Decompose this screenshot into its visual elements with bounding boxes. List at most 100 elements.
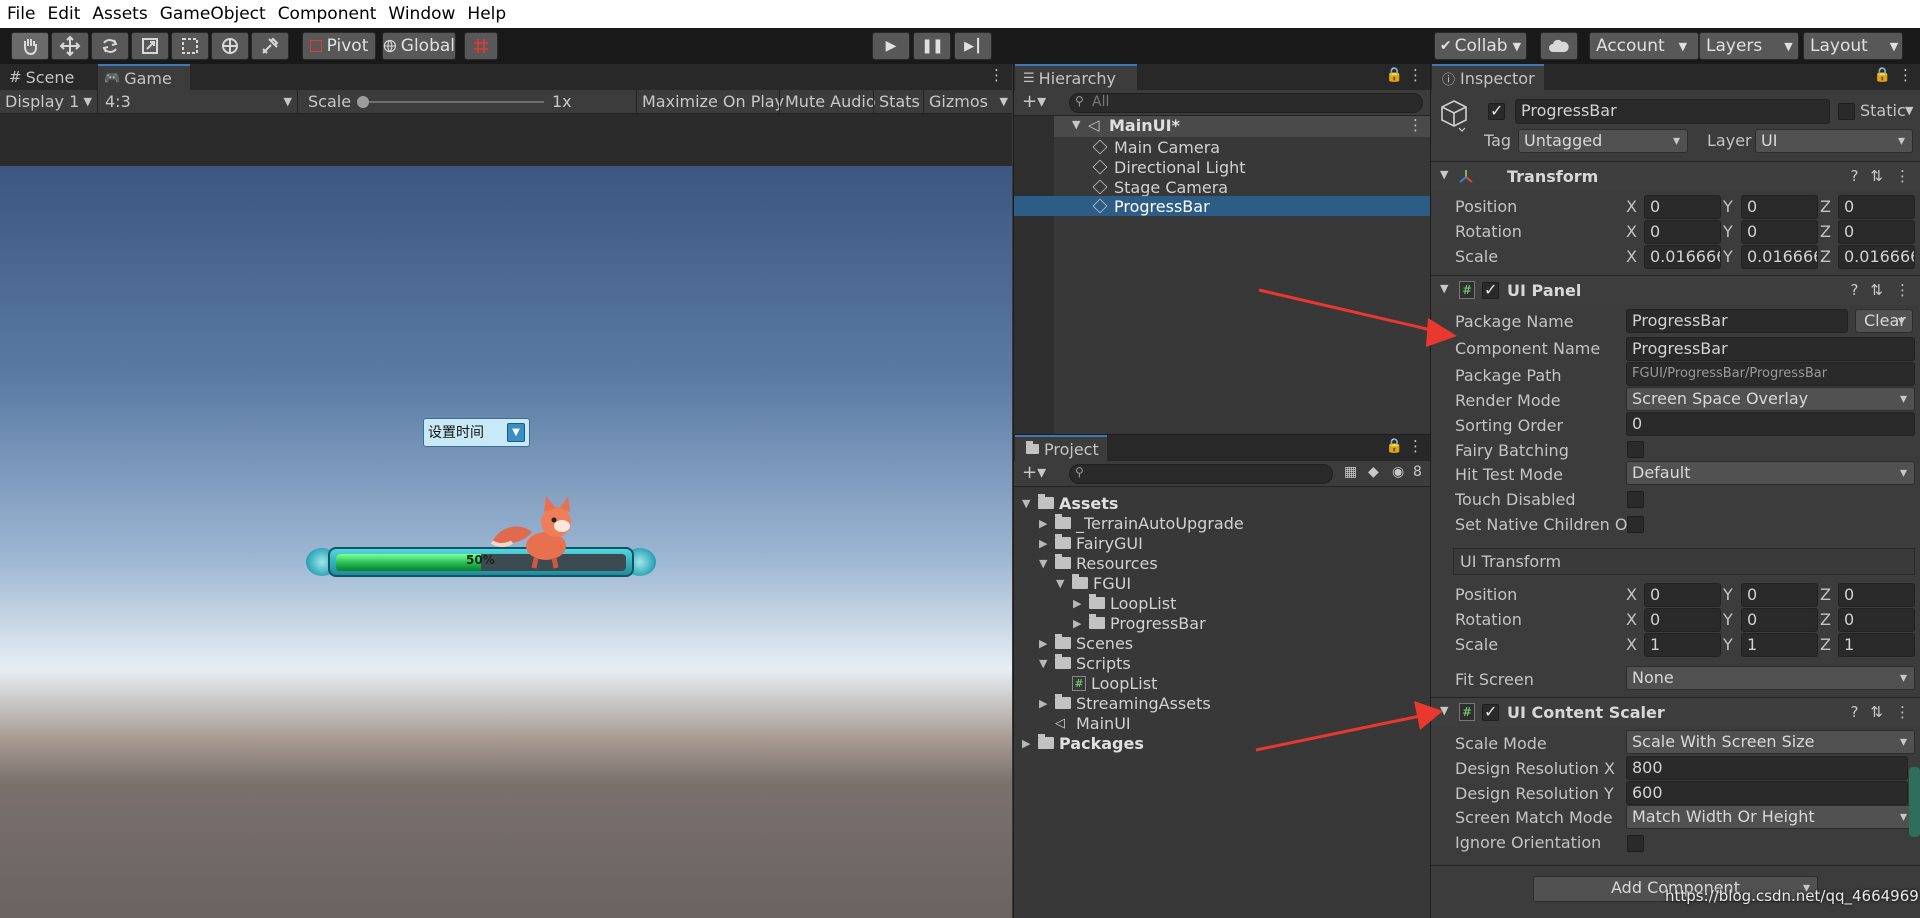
- chevron-down-icon[interactable]: ▼: [1905, 104, 1913, 117]
- hierarchy-item[interactable]: Directional Light: [1092, 157, 1246, 177]
- preset-icon[interactable]: ⇅: [1870, 167, 1883, 185]
- menu-window[interactable]: Window: [382, 4, 461, 24]
- hand-tool-button[interactable]: [11, 32, 49, 60]
- component-name-input[interactable]: ProgressBar: [1626, 337, 1915, 361]
- hidden-eye-icon[interactable]: ◉: [1392, 464, 1404, 480]
- add-plus-icon[interactable]: +▾: [1022, 91, 1046, 112]
- render-mode-dropdown[interactable]: Screen Space Overlay: [1626, 387, 1915, 411]
- combo-dropdown-button[interactable]: ▼: [507, 423, 525, 442]
- design-resolution-x-input[interactable]: 800: [1626, 756, 1908, 780]
- scale-tool-button[interactable]: [131, 32, 169, 60]
- hierarchy-search-input[interactable]: ⚲ All: [1069, 93, 1423, 113]
- project-tree-item[interactable]: # LoopList: [1056, 673, 1157, 693]
- game-canvas[interactable]: 设置时间 ▼ 50%: [0, 166, 1012, 918]
- ui-panel-header[interactable]: ▼ # UI Panel ? ⇅ ⋮: [1431, 275, 1920, 305]
- axis-y-input[interactable]: 0: [1741, 608, 1818, 632]
- filter-by-type-icon[interactable]: ▦: [1344, 464, 1357, 480]
- content-scaler-header[interactable]: ▼ # UI Content Scaler ? ⇅ ⋮: [1431, 697, 1920, 727]
- rect-tool-button[interactable]: [171, 32, 209, 60]
- play-button[interactable]: ▶: [872, 32, 910, 60]
- chevron-right-icon[interactable]: ▶: [1073, 597, 1089, 610]
- chevron-right-icon[interactable]: ▶: [1039, 517, 1055, 530]
- lock-icon[interactable]: 🔒: [1386, 438, 1403, 454]
- project-tree-item[interactable]: ▶ FairyGUI: [1039, 533, 1143, 553]
- project-tree-item[interactable]: ▶ _TerrainAutoUpgrade: [1039, 513, 1244, 533]
- project-tree-item[interactable]: ▼ Scripts: [1039, 653, 1131, 673]
- axis-z-input[interactable]: 0: [1838, 583, 1915, 607]
- axis-y-input[interactable]: 0: [1741, 195, 1818, 219]
- grid-snap-button[interactable]: [464, 32, 498, 60]
- gizmos-dropdown[interactable]: Gizmos ▼: [923, 90, 1012, 114]
- preset-icon[interactable]: ⇅: [1870, 703, 1883, 721]
- axis-y-input[interactable]: 0.016666: [1741, 245, 1818, 269]
- fairy-batching-checkbox[interactable]: [1627, 441, 1644, 458]
- package-name-input[interactable]: ProgressBar: [1626, 309, 1848, 333]
- axis-z-input[interactable]: 0.016666: [1838, 245, 1915, 269]
- active-checkbox[interactable]: [1488, 101, 1505, 120]
- screen-match-mode-dropdown[interactable]: Match Width Or Height: [1626, 805, 1915, 829]
- help-icon[interactable]: ?: [1850, 703, 1858, 721]
- chevron-down-icon[interactable]: ▼: [1022, 497, 1038, 510]
- global-toggle[interactable]: Global: [382, 32, 456, 60]
- object-name-input[interactable]: ProgressBar: [1515, 99, 1830, 124]
- tab-scene[interactable]: # Scene: [6, 64, 98, 90]
- content-scaler-enabled-checkbox[interactable]: [1482, 702, 1499, 721]
- kebab-menu-icon[interactable]: ⋮: [1408, 437, 1423, 455]
- axis-z-input[interactable]: 0: [1838, 608, 1915, 632]
- mute-audio-toggle[interactable]: Mute Audio: [779, 90, 881, 114]
- menu-edit[interactable]: Edit: [41, 4, 86, 24]
- kebab-menu-icon[interactable]: ⋮: [1895, 703, 1910, 721]
- axis-z-input[interactable]: 0: [1838, 195, 1915, 219]
- axis-x-input[interactable]: 0: [1644, 195, 1721, 219]
- design-resolution-y-input[interactable]: 600: [1626, 781, 1908, 805]
- tab-inspector[interactable]: ⓘ Inspector: [1432, 64, 1544, 90]
- axis-x-input[interactable]: 0: [1644, 220, 1721, 244]
- cloud-button[interactable]: [1540, 32, 1578, 60]
- chevron-right-icon[interactable]: ▶: [1022, 737, 1038, 750]
- menu-gameobject[interactable]: GameObject: [154, 4, 272, 24]
- kebab-menu-icon[interactable]: ⋮: [1408, 66, 1423, 84]
- lock-icon[interactable]: 🔒: [1874, 67, 1891, 83]
- inspector-scrollbar[interactable]: [1909, 767, 1920, 837]
- menu-file[interactable]: File: [0, 4, 41, 24]
- help-icon[interactable]: ?: [1850, 281, 1858, 299]
- touch-disabled-checkbox[interactable]: [1627, 491, 1644, 508]
- static-checkbox[interactable]: [1838, 103, 1855, 120]
- chevron-down-icon[interactable]: ▼: [1039, 657, 1055, 670]
- layer-dropdown[interactable]: UI: [1755, 129, 1913, 153]
- sorting-order-input[interactable]: 0: [1626, 412, 1915, 436]
- display-dropdown[interactable]: Display 1 ▼: [0, 90, 98, 114]
- step-button[interactable]: ▶┃: [954, 32, 992, 60]
- chevron-down-icon[interactable]: ▼: [1039, 557, 1055, 570]
- lock-icon[interactable]: 🔒: [1386, 67, 1403, 83]
- project-tree-item[interactable]: ◁ MainUI: [1039, 713, 1131, 733]
- project-tree-item[interactable]: ▼ Assets: [1022, 493, 1118, 513]
- project-tree-item[interactable]: ▼ FGUI: [1056, 573, 1131, 593]
- project-tree-item[interactable]: ▶ StreamingAssets: [1039, 693, 1211, 713]
- chevron-right-icon[interactable]: ▶: [1039, 637, 1055, 650]
- transform-tool-button[interactable]: [211, 32, 249, 60]
- scale-slider-handle[interactable]: [357, 96, 369, 108]
- axis-x-input[interactable]: 1: [1644, 633, 1721, 657]
- fit-screen-dropdown[interactable]: None: [1626, 666, 1915, 690]
- native-children-order-checkbox[interactable]: [1627, 516, 1644, 533]
- chevron-down-icon[interactable]: ▼: [1056, 577, 1072, 590]
- kebab-menu-icon[interactable]: ⋮: [989, 66, 1004, 84]
- axis-x-input[interactable]: 0.016666: [1644, 245, 1721, 269]
- tab-hierarchy[interactable]: ☰ Hierarchy: [1015, 64, 1137, 90]
- project-search-input[interactable]: ⚲: [1069, 464, 1333, 484]
- menu-assets[interactable]: Assets: [86, 4, 153, 24]
- kebab-menu-icon[interactable]: ⋮: [1898, 66, 1913, 84]
- chevron-right-icon[interactable]: ▶: [1039, 697, 1055, 710]
- ignore-orientation-checkbox[interactable]: [1627, 835, 1644, 852]
- axis-y-input[interactable]: 0: [1741, 220, 1818, 244]
- help-icon[interactable]: ?: [1850, 167, 1858, 185]
- axis-z-input[interactable]: 0: [1838, 220, 1915, 244]
- rotate-tool-button[interactable]: [91, 32, 129, 60]
- hierarchy-item[interactable]: Stage Camera: [1092, 177, 1228, 197]
- project-tree-item[interactable]: ▼ Resources: [1039, 553, 1158, 573]
- add-plus-icon[interactable]: +▾: [1022, 462, 1046, 483]
- aspect-dropdown[interactable]: 4:3 ▼: [100, 90, 298, 114]
- project-tree-item[interactable]: ▶ Packages: [1022, 733, 1144, 753]
- preset-icon[interactable]: ⇅: [1870, 281, 1883, 299]
